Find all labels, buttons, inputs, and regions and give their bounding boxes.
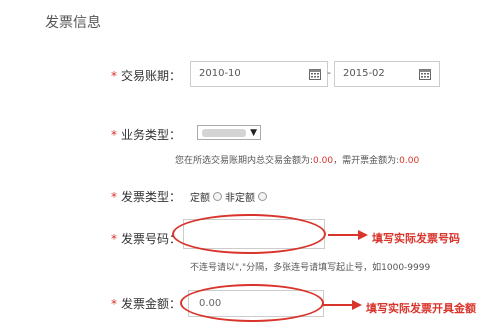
invoice-amount-label: * 发票金额： (111, 297, 182, 311)
period-label: * 交易账期： (111, 69, 182, 83)
business-type-label: * 业务类型： (111, 128, 182, 142)
business-type-select[interactable]: ▼ (197, 125, 261, 140)
invoice-number-annotation: 填写实际发票号码 (372, 232, 460, 245)
period-separator: - (327, 66, 331, 79)
radio-fixed[interactable] (213, 192, 222, 201)
chevron-down-icon: ▼ (250, 128, 257, 138)
radio-nonfixed[interactable] (258, 192, 267, 201)
section-title: 发票信息 (45, 15, 101, 31)
business-type-selected-value (202, 129, 246, 137)
period-end-input[interactable]: 2015-02 (334, 61, 440, 87)
invoice-number-hint: 不连号请以","分隔，多张连号请填写起止号，如1000-9999 (190, 263, 431, 273)
calendar-icon[interactable] (419, 68, 431, 80)
calendar-icon[interactable] (309, 68, 321, 80)
invoice-number-highlight (172, 214, 326, 254)
invoice-number-label: * 发票号码： (111, 232, 182, 246)
radio-label-fixed: 定额 (190, 193, 210, 204)
business-type-hint: 您在所选交易账期内总交易金额为:0.00，需开票金额为:0.00 (175, 156, 420, 166)
invoice-amount-highlight (180, 284, 324, 322)
period-start-input[interactable]: 2010-10 (190, 61, 328, 87)
arrow-right-icon (328, 230, 368, 240)
invoice-type-label: * 发票类型： (111, 190, 182, 204)
arrow-right-icon (322, 300, 362, 310)
radio-label-nonfixed: 非定额 (225, 193, 255, 204)
invoice-type-radio-group: 定额 非定额 (190, 189, 270, 204)
invoice-amount-annotation: 填写实际发票开具金额 (366, 302, 476, 315)
